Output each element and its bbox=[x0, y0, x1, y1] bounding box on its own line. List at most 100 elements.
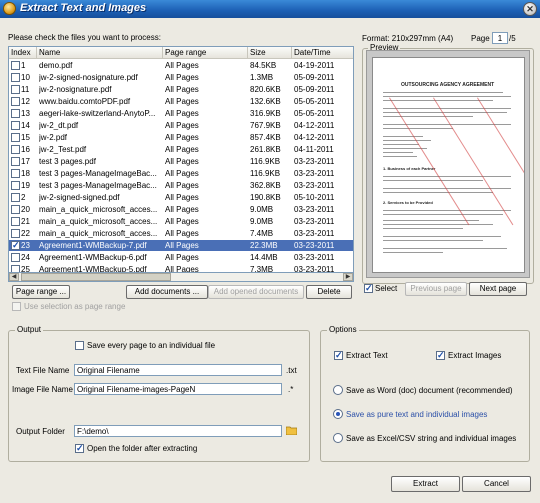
row-checkbox[interactable] bbox=[11, 121, 20, 130]
row-checkbox[interactable] bbox=[11, 240, 20, 251]
select-checkbox[interactable] bbox=[364, 283, 373, 294]
table-row[interactable]: 2 jw-2-signed-signed.pdf All Pages 190.8KB 0… bbox=[9, 192, 353, 203]
row-checkbox[interactable] bbox=[11, 97, 20, 106]
cell-range: All Pages bbox=[165, 121, 199, 130]
text-file-name-label: Text File Name bbox=[16, 366, 70, 375]
cell-date: 04-11-2011 bbox=[294, 145, 334, 154]
file-list[interactable]: Index Name Page range Size Date/Time 1 de… bbox=[8, 46, 354, 281]
cell-range: All Pages bbox=[165, 181, 199, 190]
preview-page: OUTSOURCING AGENCY AGREEMENT 1. Business… bbox=[372, 57, 525, 273]
cell-index: 1 bbox=[21, 61, 26, 70]
table-row[interactable]: 17 test 3 pages.pdf All Pages 116.9KB 03-23-… bbox=[9, 156, 353, 167]
table-row[interactable]: 11 jw-2-nosignature.pdf All Pages 820.6KB 05… bbox=[9, 84, 353, 95]
cell-name: jw-2-signed-signed.pdf bbox=[39, 193, 120, 202]
table-row[interactable]: 23 Agreement1-WMBackup-7.pdf All Pages 22.3… bbox=[9, 240, 353, 251]
extract-images-checkbox[interactable] bbox=[436, 350, 445, 361]
scroll-thumb[interactable] bbox=[21, 273, 171, 281]
cell-index: 24 bbox=[21, 253, 30, 262]
folder-browse-icon[interactable] bbox=[285, 426, 298, 436]
extract-button[interactable]: Extract bbox=[391, 476, 460, 492]
output-folder-input[interactable]: F:\demo\ bbox=[74, 425, 282, 437]
table-row[interactable]: 19 test 3 pages-ManageImageBac... All Page… bbox=[9, 180, 353, 191]
close-button[interactable]: ✕ bbox=[523, 2, 537, 16]
add-opened-documents-button[interactable]: Add opened documents bbox=[208, 285, 304, 299]
next-page-button[interactable]: Next page bbox=[469, 282, 527, 296]
row-checkbox[interactable] bbox=[11, 73, 20, 82]
cell-name: jw-2-signed-nosignature.pdf bbox=[39, 73, 138, 82]
delete-button[interactable]: Delete bbox=[306, 285, 352, 299]
open-folder-checkbox[interactable] bbox=[75, 443, 84, 454]
table-row[interactable]: 12 www.baidu.comtoPDF.pdf All Pages 132.6KB… bbox=[9, 96, 353, 107]
save-as-excel-label: Save as Excel/CSV string and individual … bbox=[346, 434, 517, 443]
output-folder-label: Output Folder bbox=[16, 427, 65, 436]
scroll-left-icon[interactable]: ◀ bbox=[9, 273, 19, 281]
scroll-right-icon[interactable]: ▶ bbox=[343, 273, 353, 281]
cell-index: 12 bbox=[21, 97, 30, 106]
table-row[interactable]: 16 jw-2_Test.pdf All Pages 261.8KB 04-11-201… bbox=[9, 144, 353, 155]
cell-date: 03-23-2011 bbox=[294, 157, 335, 166]
table-row[interactable]: 20 main_a_quick_microsoft_acces... All Pag… bbox=[9, 204, 353, 215]
horizontal-scrollbar[interactable]: ◀ ▶ bbox=[8, 272, 354, 282]
cell-size: 190.8KB bbox=[250, 193, 281, 202]
cell-size: 261.8KB bbox=[250, 145, 281, 154]
cell-range: All Pages bbox=[165, 73, 199, 82]
text-file-name-input[interactable]: Original Filename bbox=[74, 364, 282, 376]
add-documents-button[interactable]: Add documents ... bbox=[126, 285, 208, 299]
table-row[interactable]: 10 jw-2-signed-nosignature.pdf All Pages 1.… bbox=[9, 72, 353, 83]
row-checkbox[interactable] bbox=[11, 85, 20, 94]
cell-index: 21 bbox=[21, 217, 30, 226]
cell-size: 820.6KB bbox=[250, 85, 281, 94]
cancel-button[interactable]: Cancel bbox=[462, 476, 531, 492]
page-range-button[interactable]: Page range ... bbox=[12, 285, 70, 299]
table-row[interactable]: 18 test 3 pages-ManageImageBac... All Page… bbox=[9, 168, 353, 179]
row-checkbox[interactable] bbox=[11, 217, 20, 226]
previous-page-button[interactable]: Previous page bbox=[405, 282, 467, 296]
save-as-excel-radio[interactable] bbox=[333, 433, 343, 443]
table-row[interactable]: 21 main_a_quick_microsoft_acces... All Pag… bbox=[9, 216, 353, 227]
table-row[interactable]: 14 jw-2_dt.pdf All Pages 767.9KB 04-12-2011 bbox=[9, 120, 353, 131]
column-header-index[interactable]: Index bbox=[9, 47, 37, 59]
row-checkbox[interactable] bbox=[11, 169, 20, 178]
preview-section-2: 2. Services to be Provided bbox=[383, 200, 433, 205]
cell-name: main_a_quick_microsoft_acces... bbox=[39, 205, 158, 214]
row-checkbox[interactable] bbox=[11, 229, 20, 238]
column-header-size[interactable]: Size bbox=[248, 47, 292, 59]
select-label: Select bbox=[375, 284, 398, 293]
save-as-word-radio[interactable] bbox=[333, 385, 343, 395]
cell-date: 05-10-2011 bbox=[294, 193, 335, 202]
row-checkbox[interactable] bbox=[11, 181, 20, 190]
cell-index: 14 bbox=[21, 121, 30, 130]
table-row[interactable]: 13 aegeri-lake-switzerland-AnytoP... All P… bbox=[9, 108, 353, 119]
column-header-date[interactable]: Date/Time bbox=[292, 47, 353, 59]
cell-range: All Pages bbox=[165, 85, 199, 94]
page-number-input[interactable]: 1 bbox=[492, 32, 508, 44]
row-checkbox[interactable] bbox=[11, 61, 20, 70]
image-file-name-input[interactable]: Original Filename-images-PageN bbox=[74, 383, 282, 395]
cell-range: All Pages bbox=[165, 169, 199, 178]
cell-name: Agreement1-WMBackup-6.pdf bbox=[39, 253, 147, 262]
row-checkbox[interactable] bbox=[11, 157, 20, 166]
use-selection-checkbox[interactable] bbox=[12, 302, 21, 311]
cell-name: test 3 pages-ManageImageBac... bbox=[39, 169, 157, 178]
extract-text-checkbox[interactable] bbox=[334, 350, 343, 361]
table-row[interactable]: 1 demo.pdf All Pages 84.5KB 04-19-2011 bbox=[9, 60, 353, 71]
cell-name: jw-2.pdf bbox=[39, 133, 68, 142]
row-checkbox[interactable] bbox=[11, 133, 20, 142]
row-checkbox[interactable] bbox=[11, 109, 20, 118]
cell-index: 23 bbox=[21, 241, 30, 250]
row-checkbox[interactable] bbox=[11, 205, 20, 214]
row-checkbox[interactable] bbox=[11, 193, 20, 202]
cell-name: Agreement1-WMBackup-7.pdf bbox=[39, 241, 147, 250]
row-checkbox[interactable] bbox=[11, 253, 20, 262]
column-header-page-range[interactable]: Page range bbox=[163, 47, 248, 59]
save-as-text-radio[interactable] bbox=[333, 409, 343, 419]
table-row[interactable]: 15 jw-2.pdf All Pages 857.4KB 04-12-2011 bbox=[9, 132, 353, 143]
table-row[interactable]: 22 main_a_quick_microsoft_acces... All Pag… bbox=[9, 228, 353, 239]
open-folder-label: Open the folder after extracting bbox=[87, 444, 198, 453]
table-row[interactable]: 24 Agreement1-WMBackup-6.pdf All Pages 14.4… bbox=[9, 252, 353, 263]
save-every-page-checkbox[interactable] bbox=[75, 341, 84, 350]
cell-date: 03-23-2011 bbox=[294, 253, 335, 262]
files-prompt: Please check the files you want to proce… bbox=[8, 33, 161, 42]
row-checkbox[interactable] bbox=[11, 145, 20, 154]
column-header-name[interactable]: Name bbox=[37, 47, 163, 59]
